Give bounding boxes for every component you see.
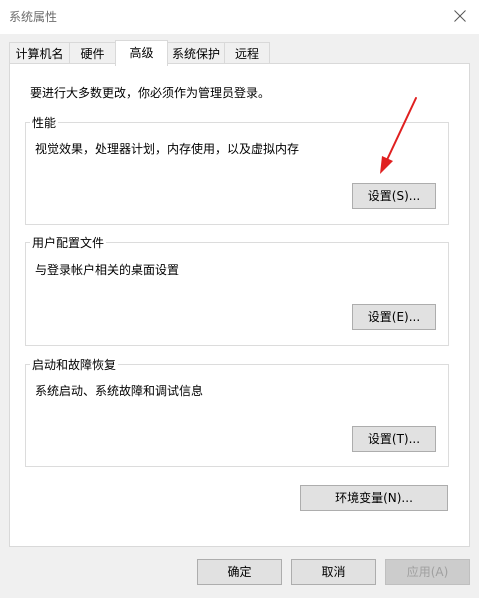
system-properties-dialog: 系统属性 计算机名 硬件 高级 系统保护 远程 要进行大多数更改，你必须作为管理… [0, 0, 479, 598]
close-button[interactable] [447, 4, 473, 28]
performance-group: 性能 视觉效果，处理器计划，内存使用，以及虚拟内存 设置(S)... [25, 114, 449, 225]
tab-system-protection[interactable]: 系统保护 [167, 42, 225, 64]
tab-hardware[interactable]: 硬件 [69, 42, 116, 64]
user-profiles-description: 与登录帐户相关的桌面设置 [35, 263, 180, 277]
performance-group-label: 性能 [30, 114, 59, 131]
title-bar: 系统属性 [0, 0, 479, 34]
admin-notice: 要进行大多数更改，你必须作为管理员登录。 [30, 86, 271, 100]
tab-remote[interactable]: 远程 [224, 42, 270, 64]
user-profiles-group: 用户配置文件 与登录帐户相关的桌面设置 设置(E)... [25, 234, 449, 346]
user-profiles-group-label: 用户配置文件 [30, 234, 107, 251]
tab-computer-name[interactable]: 计算机名 [9, 42, 70, 64]
apply-button[interactable]: 应用(A) [385, 559, 470, 585]
performance-settings-button[interactable]: 设置(S)... [352, 183, 436, 209]
tab-advanced[interactable]: 高级 [115, 40, 168, 66]
close-icon [454, 10, 466, 22]
advanced-tab-panel: 要进行大多数更改，你必须作为管理员登录。 性能 视觉效果，处理器计划，内存使用，… [9, 63, 470, 547]
ok-button[interactable]: 确定 [197, 559, 282, 585]
window-title: 系统属性 [9, 10, 58, 24]
performance-description: 视觉效果，处理器计划，内存使用，以及虚拟内存 [35, 142, 300, 156]
startup-recovery-description: 系统启动、系统故障和调试信息 [35, 384, 204, 398]
startup-recovery-group-label: 启动和故障恢复 [30, 356, 119, 373]
startup-recovery-group: 启动和故障恢复 系统启动、系统故障和调试信息 设置(T)... [25, 356, 449, 467]
startup-recovery-settings-button[interactable]: 设置(T)... [352, 426, 436, 452]
cancel-button[interactable]: 取消 [291, 559, 376, 585]
user-profiles-settings-button[interactable]: 设置(E)... [352, 304, 436, 330]
environment-variables-button[interactable]: 环境变量(N)... [300, 485, 448, 511]
